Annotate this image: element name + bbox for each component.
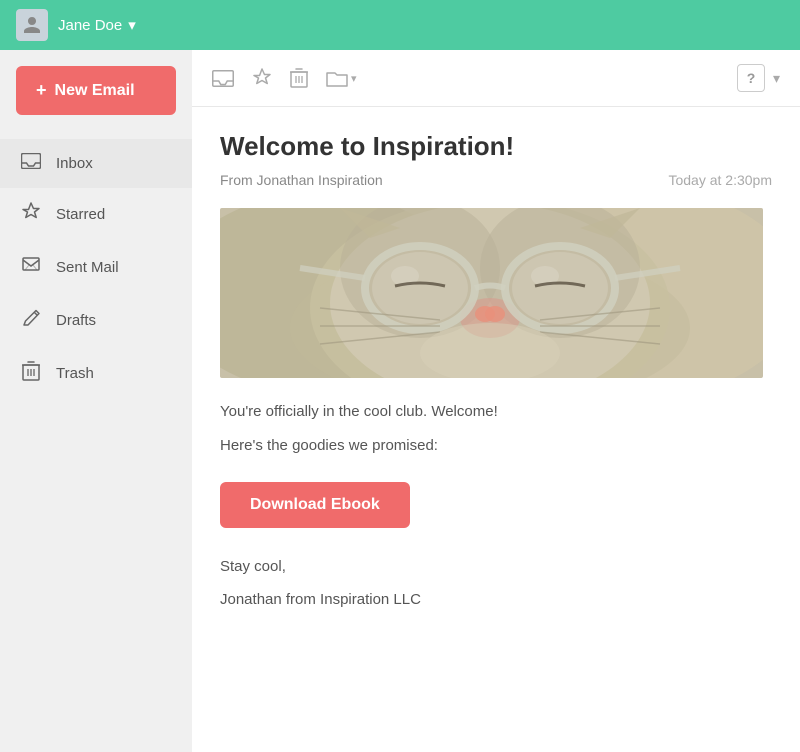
email-content-panel: ▾ ? ▾ Welcome to Inspiration! From Jonat… (192, 50, 800, 752)
email-toolbar: ▾ ? ▾ (192, 50, 800, 107)
sidebar-drafts-label: Drafts (56, 312, 96, 329)
email-body-line2: Here's the goodies we promised: (220, 434, 772, 458)
download-ebook-button[interactable]: Download Ebook (220, 482, 410, 528)
email-body: Welcome to Inspiration! From Jonathan In… (192, 107, 800, 640)
sidebar-item-sent[interactable]: Sent Mail (0, 241, 192, 294)
sidebar-starred-label: Starred (56, 206, 105, 223)
sidebar-item-drafts[interactable]: Drafts (0, 294, 192, 347)
toolbar-star-icon[interactable] (252, 68, 272, 88)
email-meta: From Jonathan Inspiration Today at 2:30p… (220, 172, 772, 188)
sidebar: + New Email Inbox Starred (0, 50, 192, 752)
sign-off-line2: Jonathan from Inspiration LLC (220, 583, 772, 616)
sidebar-sent-label: Sent Mail (56, 259, 119, 276)
sidebar-inbox-label: Inbox (56, 155, 93, 172)
inbox-icon (20, 153, 42, 174)
star-icon (20, 202, 42, 227)
user-name-label[interactable]: Jane Doe ▾ (58, 16, 136, 34)
new-email-label: New Email (55, 82, 135, 100)
sidebar-item-starred[interactable]: Starred (0, 188, 192, 241)
sidebar-trash-label: Trash (56, 365, 94, 382)
plus-icon: + (36, 80, 47, 101)
help-label: ? (747, 70, 756, 86)
top-header: Jane Doe ▾ (0, 0, 800, 50)
sign-off-line1: Stay cool, (220, 550, 772, 583)
toolbar-chevron-icon[interactable]: ▾ (773, 70, 780, 87)
trash-icon (20, 361, 42, 386)
help-button[interactable]: ? (737, 64, 765, 92)
email-body-line1: You're officially in the cool club. Welc… (220, 400, 772, 424)
toolbar-delete-icon[interactable] (290, 68, 308, 88)
toolbar-folder-icon[interactable]: ▾ (326, 70, 357, 87)
email-time: Today at 2:30pm (668, 172, 772, 188)
toolbar-left: ▾ (212, 68, 357, 88)
sidebar-item-inbox[interactable]: Inbox (0, 139, 192, 188)
main-layout: + New Email Inbox Starred (0, 50, 800, 752)
sidebar-item-trash[interactable]: Trash (0, 347, 192, 400)
email-image (220, 208, 763, 378)
drafts-icon (20, 308, 42, 333)
toolbar-inbox-icon[interactable] (212, 70, 234, 87)
folder-chevron-icon: ▾ (351, 72, 357, 85)
user-name-text: Jane Doe (58, 17, 122, 34)
email-from: From Jonathan Inspiration (220, 172, 383, 188)
avatar (16, 9, 48, 41)
user-chevron-icon: ▾ (128, 16, 136, 34)
email-sign-off: Stay cool, Jonathan from Inspiration LLC (220, 550, 772, 616)
new-email-button[interactable]: + New Email (16, 66, 176, 115)
sent-icon (20, 255, 42, 280)
toolbar-right: ? ▾ (737, 64, 780, 92)
email-title: Welcome to Inspiration! (220, 131, 772, 162)
